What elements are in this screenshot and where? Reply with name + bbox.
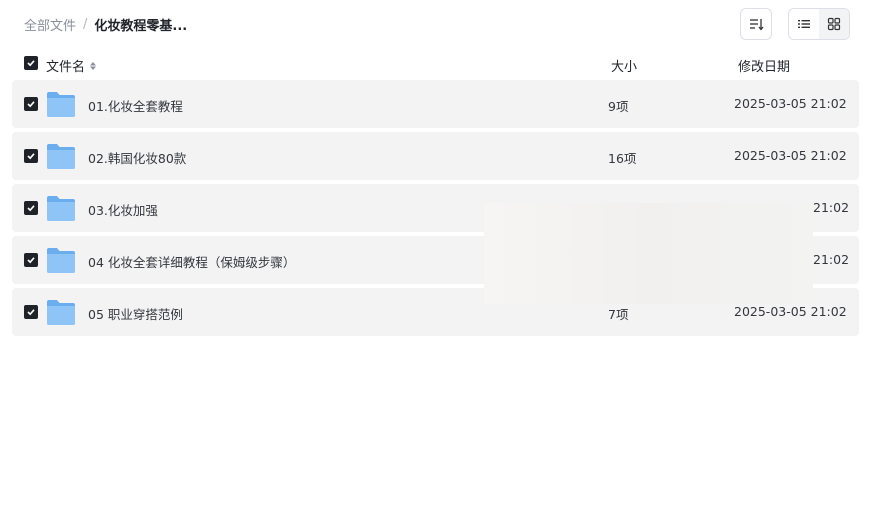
check-icon	[27, 309, 35, 316]
list-view-icon	[798, 20, 810, 28]
sort-arrows-icon	[90, 61, 97, 70]
table-row[interactable]: 02.韩国化妆80款 16项 2025-03-05 21:02	[12, 132, 859, 180]
table-header: 文件名 大小 修改日期	[12, 52, 859, 76]
check-icon	[27, 257, 35, 264]
file-size: 16项	[608, 151, 637, 166]
row-checkbox[interactable]	[24, 97, 38, 111]
file-size: 9项	[608, 99, 629, 114]
row-checkbox[interactable]	[24, 149, 38, 163]
select-all-checkbox[interactable]	[24, 56, 38, 70]
breadcrumb-current: 化妆教程零基...	[94, 19, 188, 34]
top-bar: 全部文件 / 化妆教程零基...	[0, 0, 874, 48]
check-icon	[27, 205, 35, 212]
file-modified-date: 2025-03-05 21:02	[734, 96, 847, 111]
name-header-label: 文件名	[46, 60, 86, 75]
breadcrumb: 全部文件 / 化妆教程零基...	[24, 15, 187, 34]
size-column-header[interactable]: 大小	[611, 56, 637, 75]
grid-view-button[interactable]	[819, 9, 849, 39]
check-icon	[27, 153, 35, 160]
view-toggle	[788, 8, 850, 40]
file-modified-date: 21:02	[813, 200, 850, 215]
table-row[interactable]: 01.化妆全套教程 9项 2025-03-05 21:02	[12, 80, 859, 128]
file-name: 05 职业穿搭范例	[88, 307, 183, 322]
row-checkbox[interactable]	[24, 253, 38, 267]
breadcrumb-separator: /	[83, 17, 88, 32]
check-icon	[27, 60, 35, 67]
file-modified-date: 2025-03-05 21:02	[734, 148, 847, 163]
file-name: 01.化妆全套教程	[88, 99, 183, 114]
row-checkbox[interactable]	[24, 305, 38, 319]
file-modified-date: 2025-03-05 21:02	[734, 304, 847, 319]
modified-column-header[interactable]: 修改日期	[738, 56, 790, 75]
sort-lines-icon	[750, 19, 764, 31]
file-name: 04 化妆全套详细教程（保姆级步骤）	[88, 255, 296, 270]
file-name: 02.韩国化妆80款	[88, 151, 187, 166]
list-view-button[interactable]	[789, 9, 819, 39]
folder-icon	[47, 248, 75, 273]
folder-icon	[47, 144, 75, 169]
sort-button[interactable]	[740, 8, 772, 40]
folder-icon	[47, 300, 75, 325]
check-icon	[27, 101, 35, 108]
folder-icon	[47, 92, 75, 117]
row-checkbox[interactable]	[24, 201, 38, 215]
name-column-header[interactable]: 文件名	[46, 56, 98, 75]
folder-icon	[47, 196, 75, 221]
file-name: 03.化妆加强	[88, 203, 158, 218]
obscured-region	[484, 203, 813, 304]
file-modified-date: 21:02	[813, 252, 850, 267]
breadcrumb-root[interactable]: 全部文件	[24, 15, 76, 34]
grid-view-icon	[827, 17, 841, 31]
file-size: 7项	[608, 307, 629, 322]
